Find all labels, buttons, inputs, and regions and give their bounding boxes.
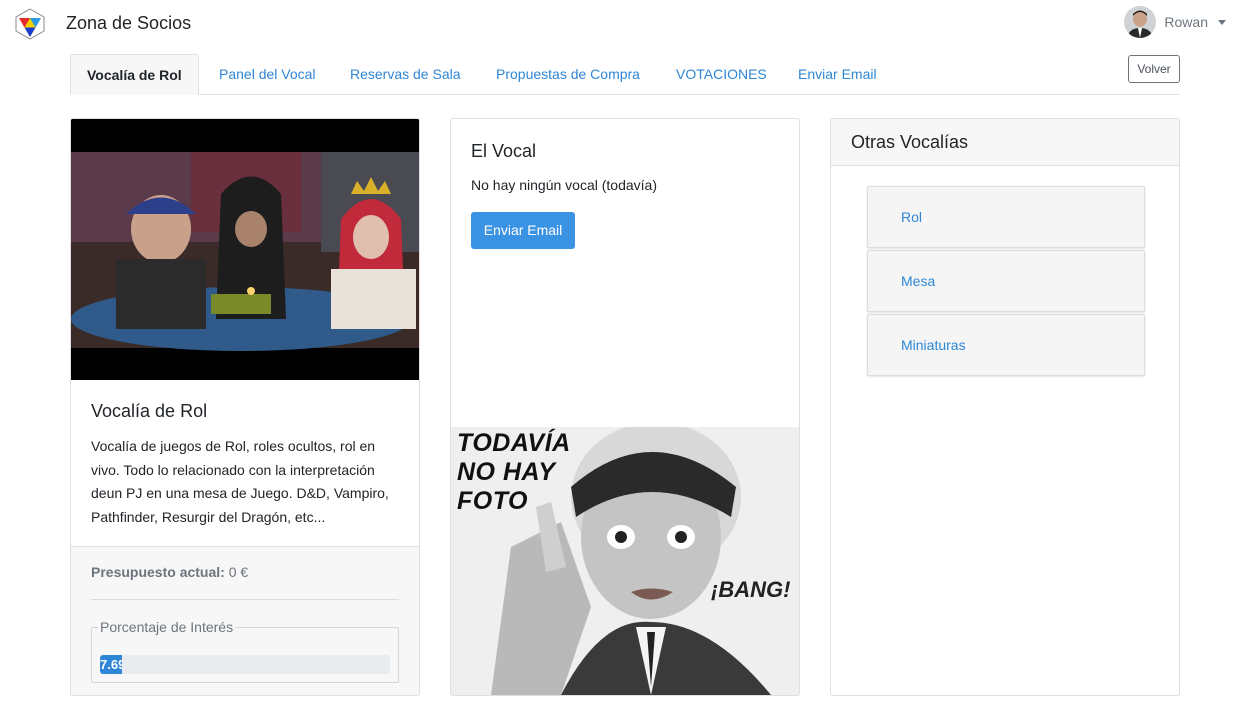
avatar — [1124, 6, 1157, 38]
vocalia-footer: Presupuesto actual: 0 € Porcentaje de In… — [71, 546, 419, 695]
tab-propuestas-de-compra[interactable]: Propuestas de Compra — [480, 54, 656, 95]
no-photo-line-2: NO HAY — [457, 458, 556, 486]
vocalia-item-label[interactable]: Mesa — [901, 273, 935, 289]
tab-reservas-de-sala[interactable]: Reservas de Sala — [334, 54, 477, 95]
vocalia-card: Vocalía de Rol Vocalía de juegos de Rol,… — [70, 118, 420, 696]
send-email-button[interactable]: Enviar Email — [471, 212, 575, 249]
vocalia-item-rol[interactable]: Rol — [867, 186, 1145, 248]
interest-progress-fill: 7.69 — [100, 655, 123, 674]
tab-votaciones[interactable]: VOTACIONES — [660, 54, 783, 95]
club-logo-icon[interactable] — [14, 8, 46, 40]
other-vocalias-card: Otras Vocalías Rol Mesa Miniaturas — [830, 118, 1180, 696]
other-vocalias-header: Otras Vocalías — [831, 119, 1179, 166]
tab-panel-del-vocal[interactable]: Panel del Vocal — [203, 54, 332, 95]
budget: Presupuesto actual: 0 € — [91, 564, 248, 580]
divider — [91, 599, 399, 600]
no-photo-line-1: TODAVÍA — [457, 429, 571, 457]
brand-title[interactable]: Zona de Socios — [66, 13, 191, 34]
interest-fieldset: Porcentaje de Interés 7.69 — [91, 619, 399, 683]
user-name: Rowan — [1164, 14, 1208, 30]
interest-progress-bar: 7.69 — [100, 655, 390, 674]
vocal-status-text: No hay ningún vocal (todavía) — [471, 177, 657, 193]
chevron-down-icon — [1218, 19, 1226, 25]
vocalia-item-label[interactable]: Rol — [901, 209, 922, 225]
user-menu[interactable]: Rowan — [1124, 6, 1226, 38]
tab-vocalia-de-rol[interactable]: Vocalía de Rol — [70, 54, 199, 95]
vocalia-item-label[interactable]: Miniaturas — [901, 337, 966, 353]
no-photo-image: TODAVÍA NO HAY FOTO ¡BANG! — [451, 427, 799, 695]
tab-bar: Vocalía de Rol Panel del Vocal Reservas … — [70, 54, 1180, 95]
back-button[interactable]: Volver — [1128, 55, 1180, 83]
interest-legend: Porcentaje de Interés — [98, 619, 236, 635]
vocal-title: El Vocal — [471, 141, 537, 161]
budget-value: 0 € — [228, 564, 249, 580]
vocalia-item-miniaturas[interactable]: Miniaturas — [867, 314, 1145, 376]
no-photo-bang: ¡BANG! — [711, 577, 791, 602]
vocalia-video[interactable] — [71, 119, 419, 380]
no-photo-line-3: FOTO — [457, 487, 528, 515]
budget-label: Presupuesto actual: — [91, 564, 225, 580]
vocalia-title: Vocalía de Rol — [91, 401, 208, 421]
vocalia-item-mesa[interactable]: Mesa — [867, 250, 1145, 312]
tab-enviar-email[interactable]: Enviar Email — [782, 54, 893, 95]
vocal-card: El Vocal No hay ningún vocal (todavía) E… — [450, 118, 800, 696]
other-vocalias-title: Otras Vocalías — [851, 132, 969, 152]
vocalia-description: Vocalía de juegos de Rol, roles ocultos,… — [91, 438, 389, 525]
top-navbar: Zona de Socios Rowan — [0, 0, 1238, 48]
